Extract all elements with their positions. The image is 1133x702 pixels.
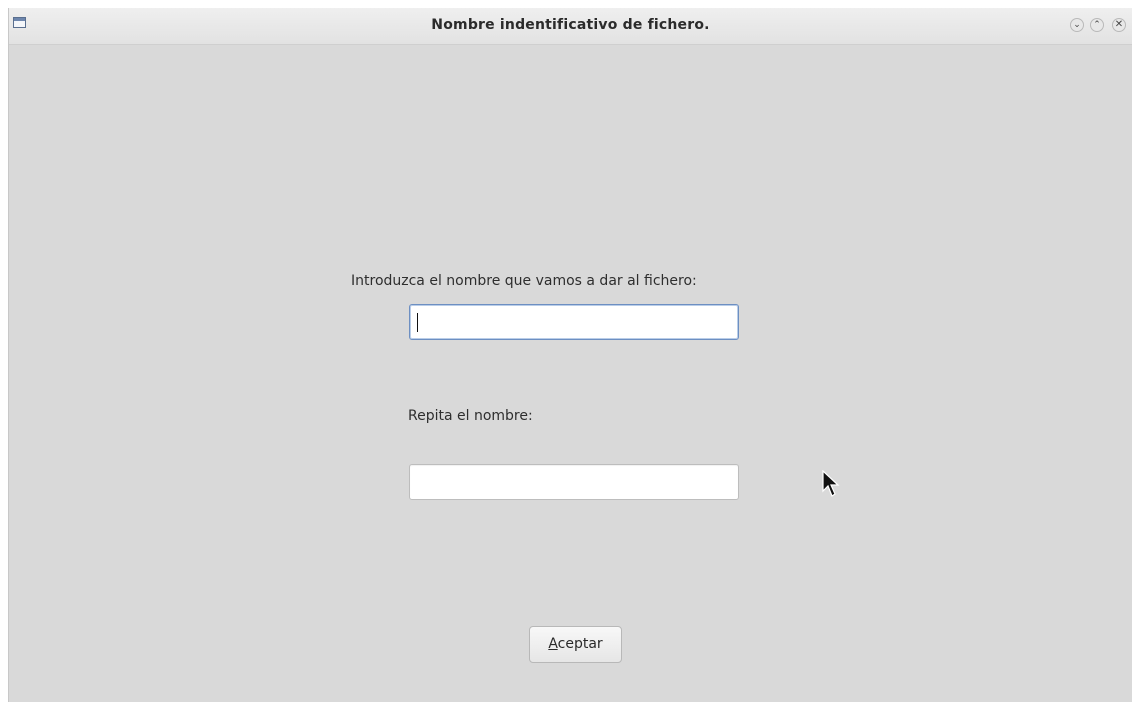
- accept-button[interactable]: Aceptar: [529, 626, 622, 663]
- name-input[interactable]: [409, 304, 739, 340]
- accept-label: ceptar: [557, 636, 603, 652]
- minimize-icon[interactable]: ⌄: [1070, 18, 1084, 32]
- name-label: Introduzca el nombre que vamos a dar al …: [351, 273, 697, 289]
- mouse-pointer-icon: [822, 470, 840, 497]
- window-title: Nombre indentificativo de fichero.: [431, 17, 710, 33]
- accept-mnemonic: A: [548, 636, 558, 652]
- repeat-name-input[interactable]: [409, 464, 739, 500]
- close-icon[interactable]: ✕: [1112, 18, 1126, 32]
- title-bar[interactable]: Nombre indentificativo de fichero. ⌄ ⌃ ✕: [9, 8, 1132, 45]
- repeat-name-label: Repita el nombre:: [408, 408, 533, 424]
- dialog-window: Nombre indentificativo de fichero. ⌄ ⌃ ✕…: [8, 8, 1132, 702]
- text-caret: [417, 313, 418, 332]
- maximize-icon[interactable]: ⌃: [1090, 18, 1104, 32]
